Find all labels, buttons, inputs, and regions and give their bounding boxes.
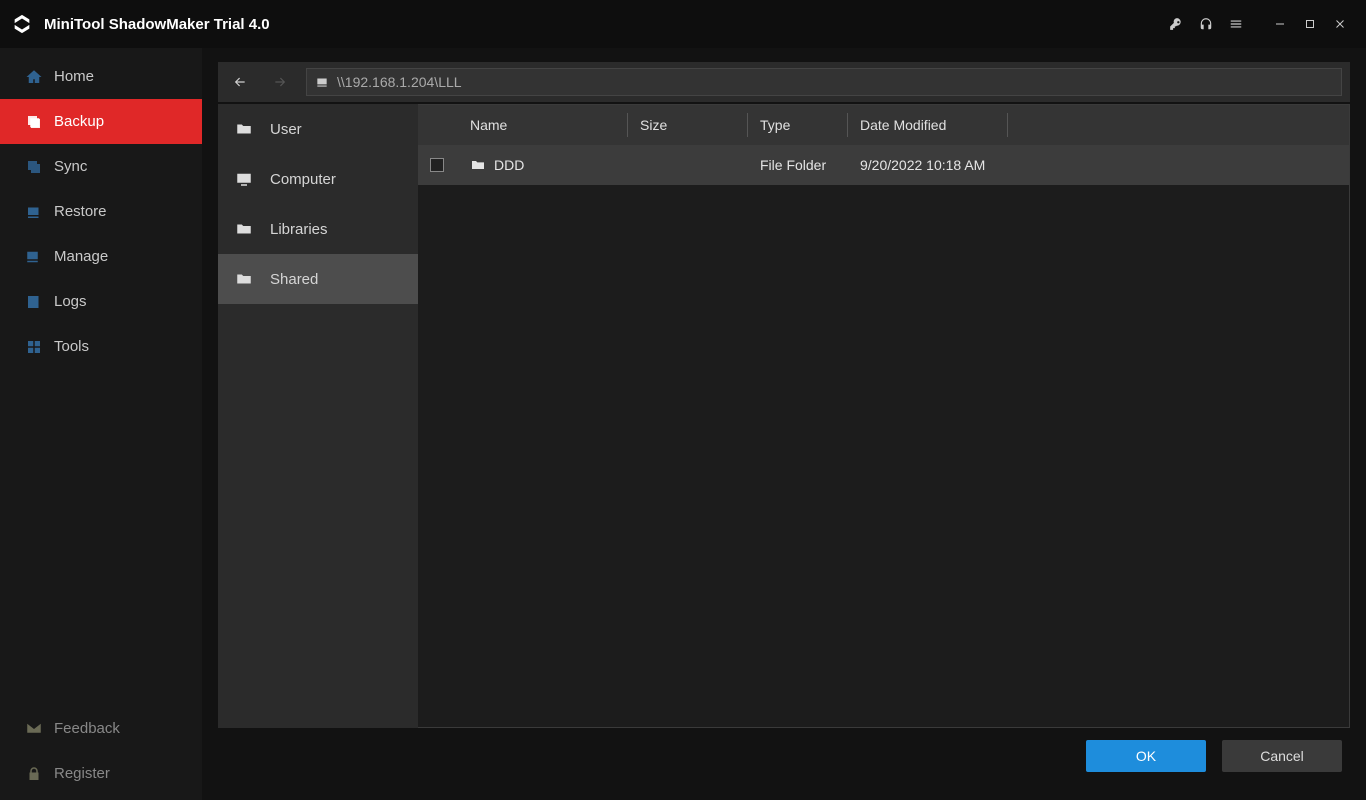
sidebar-item-label: Register (54, 765, 110, 782)
row-date: 9/20/2022 10:18 AM (860, 157, 985, 173)
back-button[interactable] (226, 68, 254, 96)
app-title: MiniTool ShadowMaker Trial 4.0 (44, 16, 270, 33)
col-name[interactable]: Name (458, 105, 628, 145)
tree-user[interactable]: User (218, 104, 418, 154)
forward-button[interactable] (266, 68, 294, 96)
sidebar-item-label: Backup (54, 113, 104, 130)
restore-icon (24, 202, 44, 222)
sidebar-item-home[interactable]: Home (0, 54, 202, 99)
headset-icon[interactable] (1192, 10, 1220, 38)
user-folder-icon (234, 119, 254, 139)
ok-button[interactable]: OK (1086, 740, 1206, 772)
tree-label: Computer (270, 171, 336, 188)
libraries-icon (234, 219, 254, 239)
maximize-button[interactable] (1296, 10, 1324, 38)
tools-icon (24, 337, 44, 357)
sidebar-item-manage[interactable]: Manage (0, 234, 202, 279)
path-text: \\192.168.1.204\LLL (337, 74, 462, 90)
row-checkbox[interactable] (430, 158, 444, 172)
sync-icon (24, 157, 44, 177)
logs-icon (24, 292, 44, 312)
sidebar-item-restore[interactable]: Restore (0, 189, 202, 234)
file-browser: \\192.168.1.204\LLL User Com (202, 48, 1366, 800)
path-input[interactable]: \\192.168.1.204\LLL (306, 68, 1342, 96)
key-icon[interactable] (1162, 10, 1190, 38)
sidebar-item-label: Restore (54, 203, 107, 220)
sidebar-item-feedback[interactable]: Feedback (0, 706, 202, 751)
file-row[interactable]: DDD File Folder 9/20/2022 10:18 AM (418, 145, 1349, 185)
drive-icon (315, 75, 329, 89)
folder-icon (470, 157, 486, 173)
tree-label: User (270, 121, 302, 138)
sidebar-item-logs[interactable]: Logs (0, 279, 202, 324)
tree-shared[interactable]: Shared (218, 254, 418, 304)
computer-icon (234, 169, 254, 189)
file-panel: Name Size Type Date Modified (418, 104, 1349, 728)
manage-icon (24, 247, 44, 267)
app-logo-icon (10, 12, 34, 36)
close-button[interactable] (1326, 10, 1354, 38)
titlebar: MiniTool ShadowMaker Trial 4.0 (0, 0, 1366, 48)
file-header: Name Size Type Date Modified (418, 105, 1349, 145)
sidebar-item-backup[interactable]: Backup (0, 99, 202, 144)
sidebar-item-label: Sync (54, 158, 87, 175)
row-type: File Folder (760, 157, 826, 173)
tree-label: Libraries (270, 221, 328, 238)
tree-label: Shared (270, 271, 318, 288)
tree-computer[interactable]: Computer (218, 154, 418, 204)
sidebar-item-label: Manage (54, 248, 108, 265)
dialog-footer: OK Cancel (218, 728, 1350, 784)
sidebar: Home Backup Sync Restore (0, 48, 202, 800)
cancel-button[interactable]: Cancel (1222, 740, 1342, 772)
sidebar-item-label: Home (54, 68, 94, 85)
sidebar-item-label: Feedback (54, 720, 120, 737)
sidebar-item-sync[interactable]: Sync (0, 144, 202, 189)
row-name: DDD (494, 157, 524, 173)
pathbar: \\192.168.1.204\LLL (218, 62, 1350, 102)
tree-libraries[interactable]: Libraries (218, 204, 418, 254)
minimize-button[interactable] (1266, 10, 1294, 38)
col-date[interactable]: Date Modified (848, 105, 1008, 145)
col-size[interactable]: Size (628, 105, 748, 145)
backup-icon (24, 112, 44, 132)
menu-icon[interactable] (1222, 10, 1250, 38)
sidebar-item-label: Tools (54, 338, 89, 355)
sidebar-item-tools[interactable]: Tools (0, 324, 202, 369)
sidebar-item-label: Logs (54, 293, 87, 310)
shared-folder-icon (234, 269, 254, 289)
lock-icon (24, 764, 44, 784)
tree-panel: User Computer Libraries (218, 104, 418, 728)
col-type[interactable]: Type (748, 105, 848, 145)
feedback-icon (24, 719, 44, 739)
sidebar-item-register[interactable]: Register (0, 751, 202, 796)
home-icon (24, 67, 44, 87)
